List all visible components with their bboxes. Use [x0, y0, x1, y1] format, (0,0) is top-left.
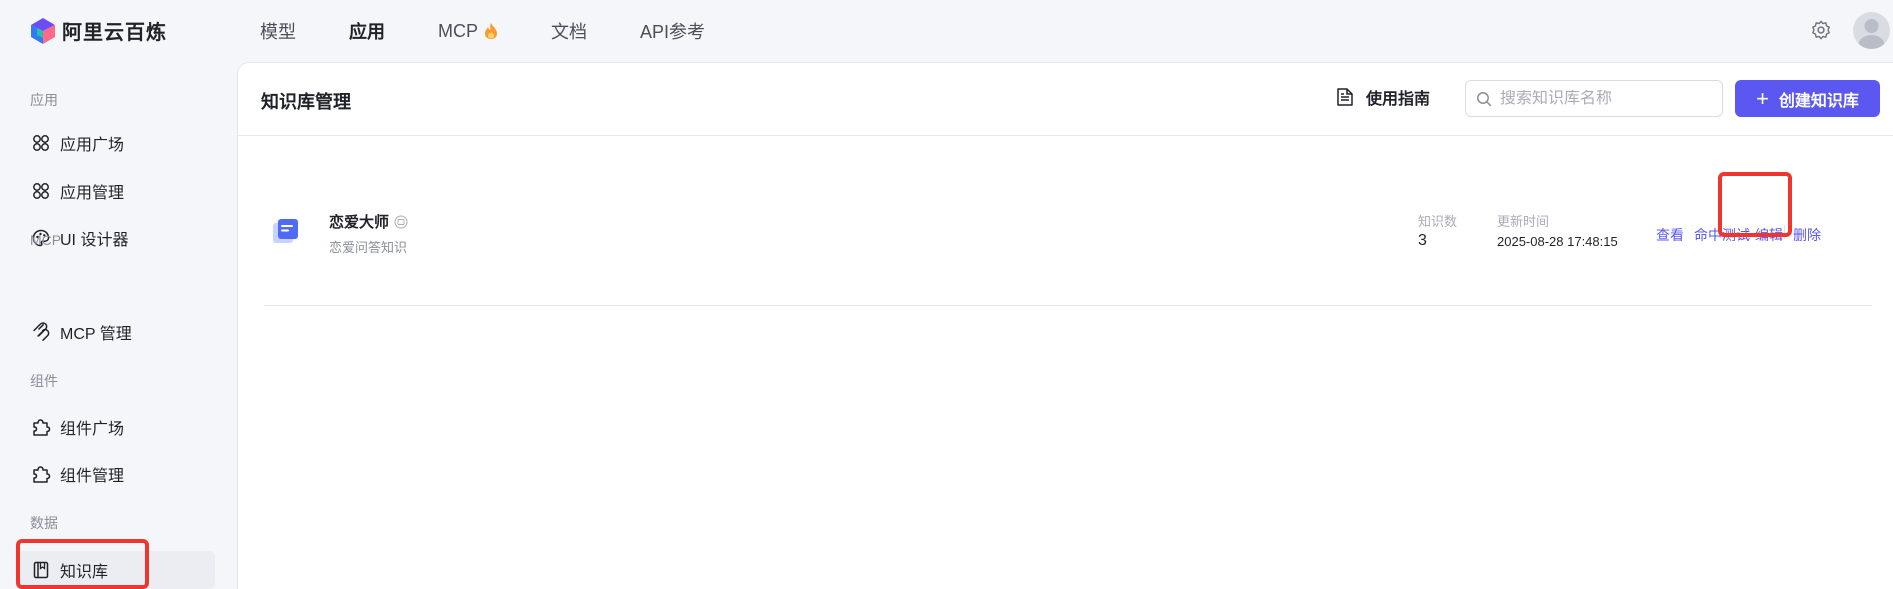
sidebar-item-label: 组件广场 — [60, 421, 125, 438]
view-button[interactable]: 查看 — [1656, 225, 1684, 245]
puzzle-icon — [33, 466, 51, 483]
four-circles-icon — [33, 183, 49, 199]
create-knowledge-base-label: 创建知识库 — [1778, 92, 1859, 110]
book-icon — [33, 561, 49, 579]
sidebar-item-component-manage[interactable]: 组件管理 — [18, 455, 215, 493]
sidebar-item-label: MCP 管理 — [60, 326, 132, 343]
nav-mcp-label: MCP — [438, 20, 478, 41]
gear-icon[interactable] — [1810, 19, 1832, 41]
sidebar-item-component-plaza[interactable]: 组件广场 — [18, 408, 215, 446]
sidebar-item-knowledge-base[interactable]: 知识库 — [18, 551, 215, 589]
fire-icon — [485, 23, 497, 39]
sidebar-item-mcp-manage[interactable]: MCP 管理 — [18, 313, 215, 351]
mcp-icon — [33, 322, 50, 341]
search-icon — [1477, 91, 1492, 106]
kb-name-text: 恋爱大师 — [329, 214, 390, 231]
main-panel: 知识库管理 使用指南 + 创建知识库 恋爱大师 — [237, 62, 1893, 589]
nav-docs[interactable]: 文档 — [551, 18, 587, 44]
four-circles-icon — [33, 135, 49, 151]
usage-guide-label: 使用指南 — [1366, 91, 1431, 108]
sidebar-section-mcp: MCP — [30, 232, 62, 248]
header-divider — [238, 135, 1893, 136]
sidebar: 应用 应用广场 应用管理 UI 设计器 MCP MCP 管理 组件 组件广场 组… — [0, 62, 236, 589]
delete-button[interactable]: 删除 — [1793, 225, 1821, 245]
kb-document-icon — [273, 219, 298, 243]
sidebar-item-label: 知识库 — [60, 564, 109, 581]
document-icon — [1337, 88, 1353, 106]
search-box[interactable] — [1465, 80, 1723, 117]
sidebar-item-app-plaza[interactable]: 应用广场 — [18, 124, 215, 162]
usage-guide-link[interactable]: 使用指南 — [1336, 85, 1430, 109]
kb-count-label: 知识数 — [1418, 214, 1458, 229]
top-bar: 阿里云百炼 模型 应用 MCP 文档 API参考 — [0, 0, 1893, 62]
puzzle-icon — [33, 419, 51, 436]
app-name: 阿里云百炼 — [62, 22, 167, 44]
sidebar-item-app-manage[interactable]: 应用管理 — [18, 172, 215, 210]
sidebar-item-label: 组件管理 — [60, 468, 125, 485]
sidebar-item-label: 应用广场 — [60, 137, 125, 154]
user-avatar-icon[interactable] — [1853, 12, 1890, 49]
nav-mcp[interactable]: MCP — [438, 21, 498, 42]
action-divider — [1784, 225, 1785, 239]
page-title: 知识库管理 — [261, 92, 351, 112]
sidebar-section-data: 数据 — [30, 515, 58, 531]
top-nav: 模型 应用 MCP 文档 API参考 — [260, 0, 758, 62]
hit-test-button[interactable]: 命中测试 — [1694, 225, 1750, 245]
kb-updated-label: 更新时间 — [1497, 214, 1550, 229]
app-logo[interactable]: 阿里云百炼 — [30, 16, 167, 45]
sidebar-section-apps: 应用 — [30, 92, 58, 108]
plus-icon: + — [1756, 85, 1769, 111]
sidebar-item-label: UI 设计器 — [60, 232, 129, 249]
nav-apps[interactable]: 应用 — [349, 18, 385, 44]
search-input[interactable] — [1500, 89, 1710, 108]
edit-button[interactable]: 编辑 — [1755, 225, 1783, 245]
id-info-icon[interactable] — [394, 215, 408, 229]
kb-updated-value: 2025-08-28 17:48:15 — [1497, 234, 1618, 249]
nav-api-reference[interactable]: API参考 — [640, 18, 705, 44]
kb-name[interactable]: 恋爱大师 — [329, 211, 408, 232]
sidebar-item-label: 应用管理 — [60, 185, 125, 202]
sidebar-section-components: 组件 — [30, 373, 58, 389]
create-knowledge-base-button[interactable]: + 创建知识库 — [1735, 80, 1880, 117]
knowledge-base-row[interactable]: 恋爱大师 恋爱问答知识 知识数 3 更新时间 2025-08-28 17:48:… — [264, 173, 1872, 306]
kb-count-value: 3 — [1418, 232, 1427, 249]
nav-models[interactable]: 模型 — [260, 18, 296, 44]
bailian-logo-icon — [31, 17, 55, 44]
kb-description: 恋爱问答知识 — [329, 240, 408, 255]
